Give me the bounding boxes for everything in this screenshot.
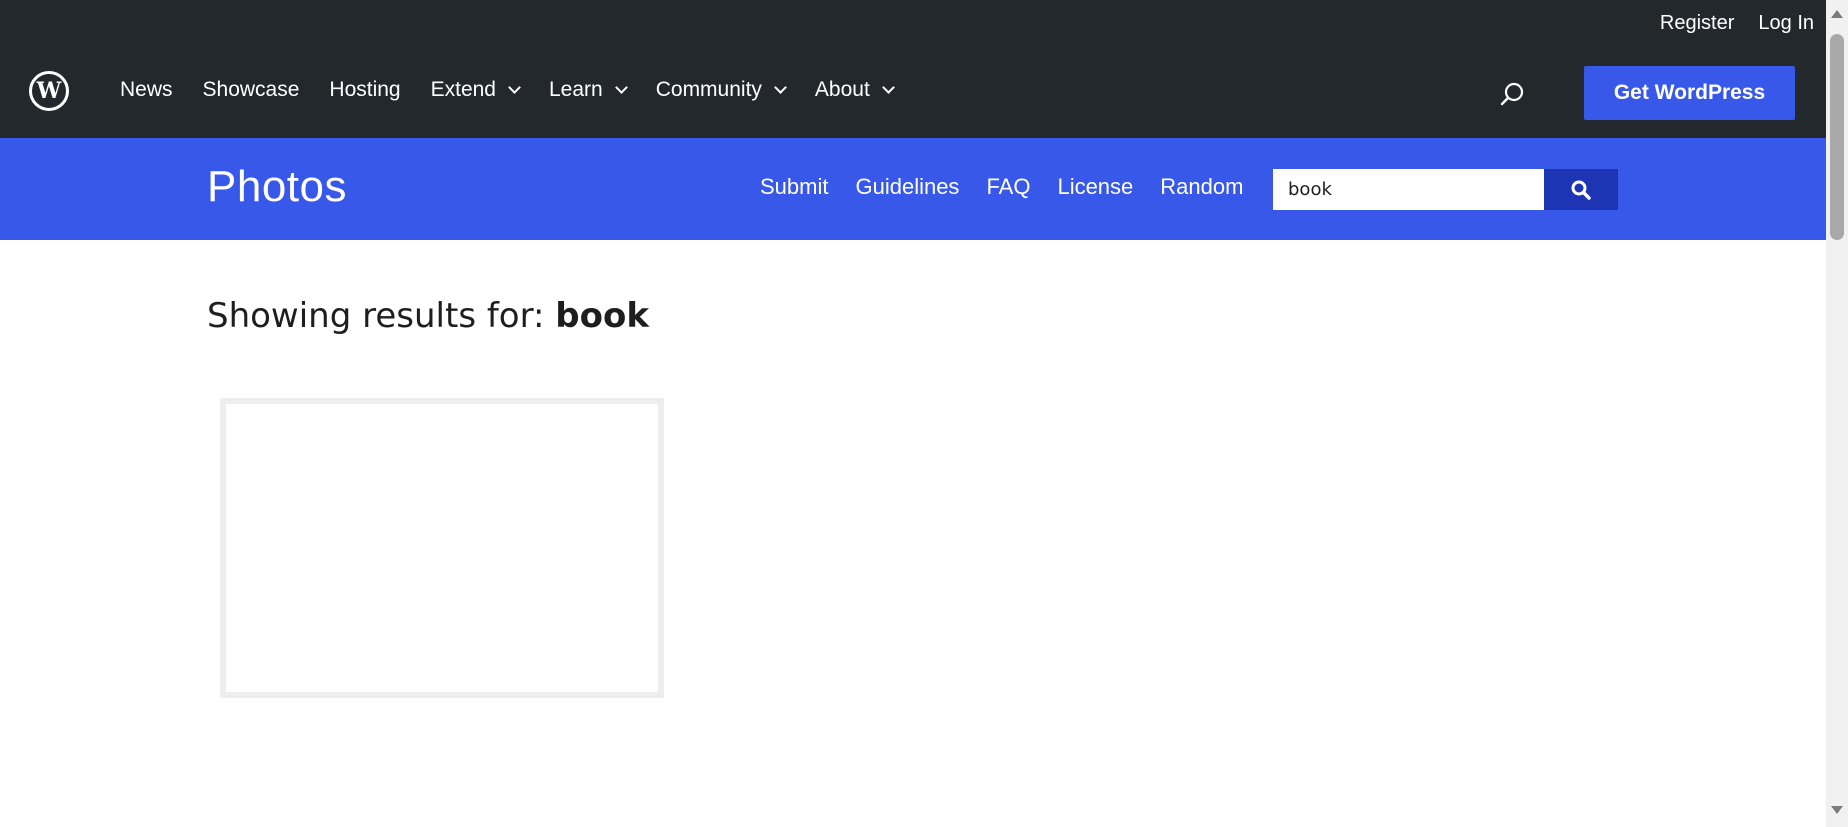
section-title[interactable]: Photos <box>207 162 347 212</box>
page: W Register Log In News Showcase Hosting … <box>0 0 1826 827</box>
scrollbar-thumb[interactable] <box>1830 34 1844 240</box>
search-icon[interactable] <box>1499 81 1525 107</box>
get-wordpress-button[interactable]: Get WordPress <box>1584 66 1795 120</box>
nav-label: News <box>120 78 173 101</box>
scroll-down-arrow-icon[interactable] <box>1831 806 1843 814</box>
search-query: book <box>555 296 649 336</box>
chevron-down-icon <box>774 80 787 94</box>
global-header: W Register Log In News Showcase Hosting … <box>0 0 1826 138</box>
chevron-down-icon <box>881 80 895 94</box>
results-heading: Showing results for: book <box>207 296 649 336</box>
nav-item-learn[interactable]: Learn <box>549 78 628 102</box>
nav-label: Extend <box>430 78 496 101</box>
submit-link[interactable]: Submit <box>760 174 828 200</box>
photo-search-input[interactable] <box>1273 169 1544 210</box>
nav-item-extend[interactable]: Extend <box>430 78 521 102</box>
nav-item-community[interactable]: Community <box>655 78 787 102</box>
nav-item-news[interactable]: News <box>120 78 173 102</box>
nav-label: Showcase <box>202 78 300 101</box>
nav-label: Hosting <box>329 78 401 101</box>
account-links: Register Log In <box>1660 12 1814 35</box>
faq-link[interactable]: FAQ <box>986 174 1030 200</box>
nav-item-showcase[interactable]: Showcase <box>203 78 300 102</box>
chevron-down-icon <box>614 80 628 94</box>
logo-glyph: W <box>36 78 62 104</box>
photos-local-nav: Photos Submit Guidelines FAQ License Ran… <box>0 138 1826 240</box>
main-nav: News Showcase Hosting Extend Learn Commu… <box>120 78 923 102</box>
license-link[interactable]: License <box>1057 174 1133 200</box>
nav-label: Community <box>655 78 762 101</box>
vertical-scrollbar[interactable] <box>1826 0 1848 827</box>
nav-item-about[interactable]: About <box>814 78 895 102</box>
register-link[interactable]: Register <box>1660 12 1734 35</box>
nav-label: About <box>814 78 870 101</box>
random-link[interactable]: Random <box>1160 174 1243 200</box>
guidelines-link[interactable]: Guidelines <box>855 174 959 200</box>
magnifier-icon <box>1571 180 1591 200</box>
login-link[interactable]: Log In <box>1758 12 1814 35</box>
nav-label: Learn <box>549 78 603 101</box>
nav-item-hosting[interactable]: Hosting <box>329 78 400 102</box>
wordpress-logo-icon[interactable]: W <box>29 71 69 111</box>
local-nav-links: Submit Guidelines FAQ License Random <box>760 174 1243 200</box>
chevron-down-icon <box>508 80 521 94</box>
results-heading-prefix: Showing results for: <box>207 296 556 336</box>
scroll-up-arrow-icon[interactable] <box>1831 10 1843 18</box>
photo-search-button[interactable] <box>1544 169 1618 210</box>
photo-result-card[interactable] <box>220 398 664 698</box>
